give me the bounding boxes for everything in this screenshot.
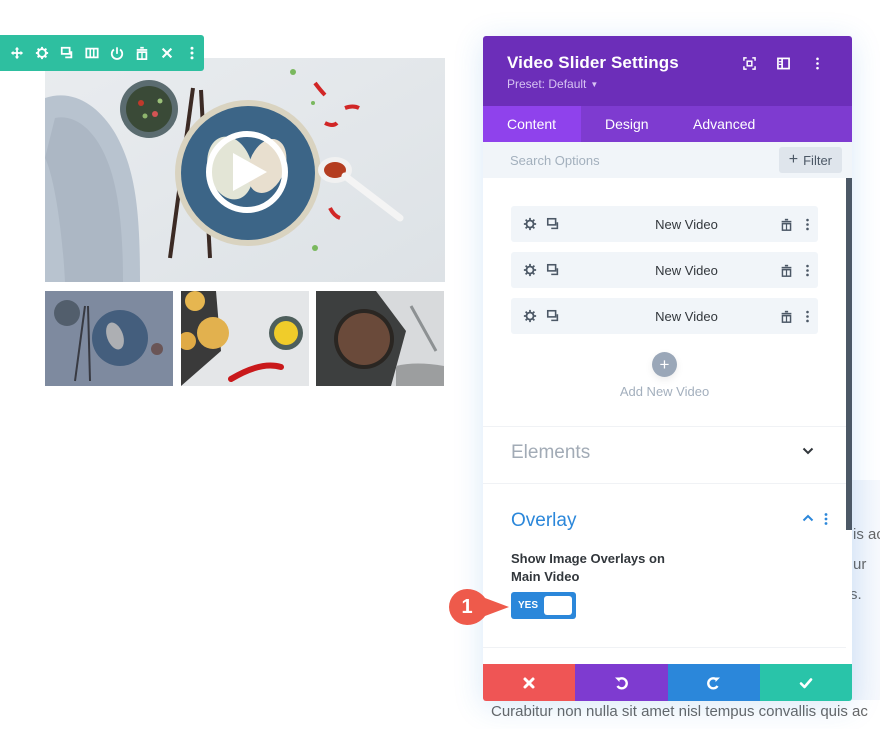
video-item[interactable]: New Video — [511, 252, 818, 288]
option-label: Show Image Overlays on Main Video — [511, 551, 665, 584]
module-toolbar — [0, 35, 204, 71]
undo-button[interactable] — [575, 664, 668, 701]
preset-dropdown[interactable]: Preset: Default ▼ — [507, 77, 828, 91]
background-text: Curabitur non nulla sit amet nisl tempus… — [491, 703, 868, 720]
close-icon[interactable] — [154, 35, 179, 71]
tab-advanced[interactable]: Advanced — [671, 106, 755, 142]
page: is ac ur s. Curabitur non nulla sit amet… — [0, 0, 880, 729]
more-icon[interactable] — [805, 264, 810, 277]
filter-label: Filter — [803, 152, 832, 168]
tab-design[interactable]: Design — [581, 106, 671, 142]
video-list: New Video New Video New Video + Add New … — [483, 178, 852, 399]
section-title[interactable]: Overlay — [511, 510, 818, 532]
more-icon[interactable] — [805, 310, 810, 323]
background-text: is ac — [853, 526, 880, 543]
video-item-label: New Video — [655, 216, 718, 232]
section-elements[interactable]: Elements — [483, 426, 846, 483]
annotation-badge: 1 — [449, 589, 509, 625]
duplicate-icon[interactable] — [546, 309, 560, 323]
toggle-knob — [544, 596, 572, 615]
search-bar: + Filter — [483, 142, 852, 178]
slider-main-image[interactable] — [45, 58, 445, 282]
annotation-number: 1 — [461, 595, 473, 618]
cancel-button[interactable] — [483, 664, 576, 701]
trash-icon[interactable] — [780, 218, 793, 231]
cancel-icon — [523, 677, 535, 688]
slider-thumbnail[interactable] — [181, 291, 309, 386]
video-item[interactable]: New Video — [511, 206, 818, 242]
preset-label: Preset: Default — [507, 77, 587, 91]
panel-header: Video Slider Settings Preset: Default ▼ — [483, 36, 852, 106]
gear-icon[interactable] — [523, 309, 537, 323]
sidebar-icon[interactable] — [766, 54, 800, 72]
chevron-up-icon[interactable] — [802, 514, 814, 522]
video-item[interactable]: New Video — [511, 298, 818, 334]
panel-body: New Video New Video New Video + Add New … — [483, 178, 852, 659]
settings-panel: Video Slider Settings Preset: Default ▼ … — [483, 36, 852, 701]
more-icon[interactable] — [805, 218, 810, 231]
caret-down-icon: ▼ — [590, 79, 599, 89]
gear-icon[interactable] — [523, 263, 537, 277]
panel-tabs: Content Design Advanced — [483, 106, 852, 142]
redo-icon — [706, 676, 720, 690]
save-icon — [799, 677, 813, 688]
thumbnail-image — [45, 291, 173, 386]
background-text: ur — [853, 556, 867, 573]
redo-button[interactable] — [667, 664, 760, 701]
search-options-input[interactable] — [510, 152, 710, 168]
duplicate-icon[interactable] — [546, 263, 560, 277]
move-icon[interactable] — [4, 35, 29, 71]
section-title: Elements — [511, 442, 591, 463]
trash-icon[interactable] — [780, 264, 793, 277]
scrollbar[interactable] — [846, 178, 852, 530]
thumbnail-image — [181, 291, 309, 386]
columns-icon[interactable] — [79, 35, 104, 71]
more-icon[interactable] — [824, 513, 828, 525]
gear-icon[interactable] — [29, 35, 54, 71]
duplicate-icon[interactable] — [546, 217, 560, 231]
toggle-label: YES — [518, 600, 539, 611]
trash-icon[interactable] — [129, 35, 154, 71]
divider — [483, 647, 846, 648]
trash-icon[interactable] — [780, 310, 793, 323]
thumbnail-image — [316, 291, 444, 386]
plus-icon: + — [788, 151, 799, 168]
panel-footer — [483, 664, 852, 701]
add-icon: + — [652, 352, 677, 377]
tab-content[interactable]: Content — [483, 106, 581, 142]
video-item-label: New Video — [655, 308, 718, 324]
power-icon[interactable] — [104, 35, 129, 71]
more-icon[interactable] — [179, 35, 204, 71]
chevron-down-icon[interactable] — [802, 447, 814, 455]
slider-thumbnail[interactable] — [45, 291, 173, 386]
gear-icon[interactable] — [523, 217, 537, 231]
slider-thumbnail[interactable] — [316, 291, 444, 386]
save-button[interactable] — [759, 664, 852, 701]
play-icon — [233, 153, 267, 191]
duplicate-icon[interactable] — [54, 35, 79, 71]
filter-button[interactable]: + Filter — [778, 147, 842, 173]
video-item-label: New Video — [655, 262, 718, 278]
undo-icon — [615, 676, 629, 690]
section-overlay: Overlay Show Image Overlays on Main Vide… — [483, 483, 846, 647]
play-button[interactable] — [206, 131, 288, 213]
add-new-video-button[interactable]: + Add New Video — [511, 352, 818, 399]
more-icon[interactable] — [800, 54, 834, 72]
focus-icon[interactable] — [732, 54, 766, 72]
add-new-video-label: Add New Video — [619, 384, 710, 399]
show-image-overlays-toggle[interactable]: YES — [511, 592, 576, 619]
